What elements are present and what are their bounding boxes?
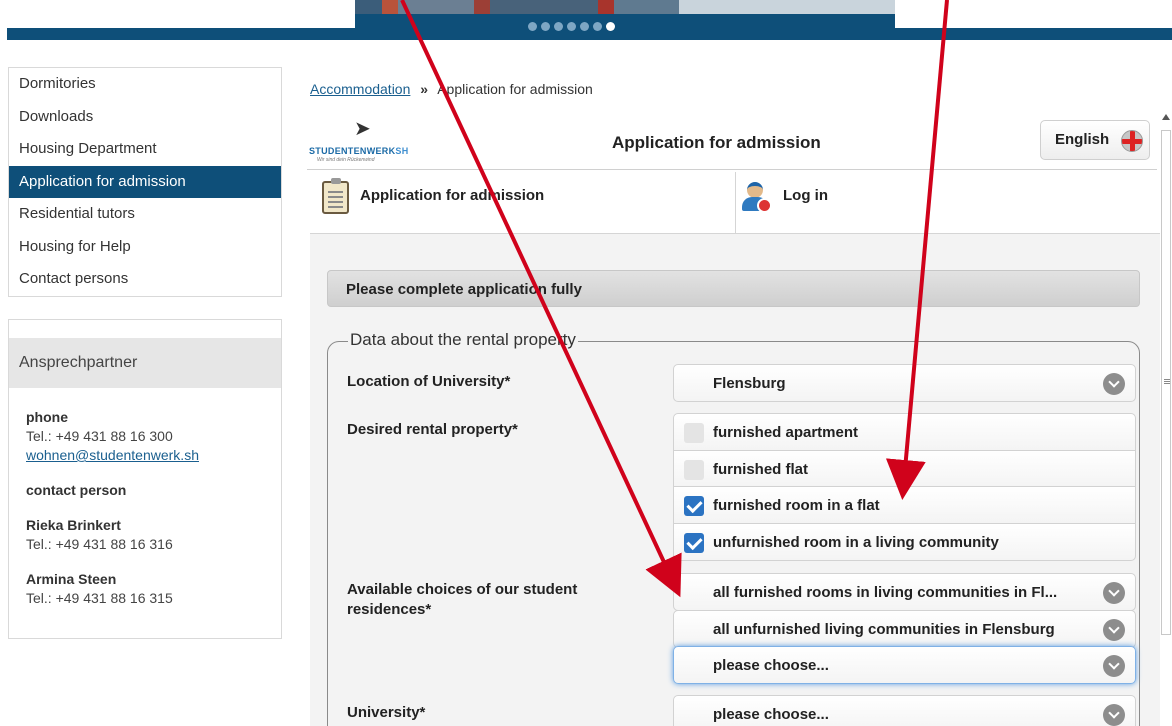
location-select[interactable]: Flensburg bbox=[673, 364, 1136, 402]
scroll-up-icon[interactable] bbox=[1162, 114, 1170, 120]
slider-dot[interactable] bbox=[528, 22, 537, 31]
property-option[interactable]: unfurnished room in a living community bbox=[673, 523, 1136, 561]
sidebar-item-residential-tutors[interactable]: Residential tutors bbox=[9, 198, 281, 231]
sidebar-item-application[interactable]: Application for admission bbox=[9, 165, 281, 198]
choice-value: please choose... bbox=[713, 657, 829, 674]
tab-login-label: Log in bbox=[783, 187, 828, 204]
phone-number: Tel.: +49 431 88 16 300 bbox=[26, 428, 173, 444]
sidebar-item-contact-persons[interactable]: Contact persons bbox=[9, 263, 281, 296]
language-button[interactable]: English bbox=[1040, 120, 1150, 160]
choices-label: Available choices of our student residenc… bbox=[347, 581, 578, 618]
studentenwerk-logo[interactable]: ➤ STUDENTENWERKSH Wir sind dein Rückenwi… bbox=[309, 116, 421, 166]
tab-login[interactable]: Log in bbox=[736, 172, 1160, 234]
sidebar-nav: Dormitories Downloads Housing Department… bbox=[8, 67, 282, 297]
fieldset-legend: Data about the rental property bbox=[348, 330, 578, 350]
paper-plane-icon: ➤ bbox=[354, 118, 371, 140]
chevron-down-icon bbox=[1103, 582, 1125, 604]
location-value: Flensburg bbox=[713, 375, 786, 392]
tab-application[interactable]: Application for admission bbox=[310, 172, 736, 234]
breadcrumb: Accommodation » Application for admissio… bbox=[310, 81, 593, 97]
notice-bar: Please complete application fully bbox=[327, 270, 1140, 307]
language-label: English bbox=[1055, 131, 1110, 148]
person-name: Rieka Brinkert bbox=[26, 517, 121, 533]
option-label: furnished room in a flat bbox=[713, 497, 880, 514]
location-label: Location of University* bbox=[347, 373, 511, 390]
university-select[interactable]: please choose... bbox=[673, 695, 1136, 726]
sidebar-item-dormitories[interactable]: Dormitories bbox=[9, 68, 281, 101]
checkbox-icon[interactable] bbox=[684, 423, 704, 443]
slider-dot[interactable] bbox=[593, 22, 602, 31]
sub-nav: Application for admission Log in bbox=[310, 172, 1160, 234]
choice-select[interactable]: all unfurnished living communities in Fl… bbox=[673, 610, 1136, 648]
person-name: Armina Steen bbox=[26, 571, 117, 587]
property-option[interactable]: furnished flat bbox=[673, 450, 1136, 488]
logo-brand: STUDENTENWERKSH bbox=[309, 146, 409, 156]
breadcrumb-current: Application for admission bbox=[437, 81, 593, 97]
tab-application-label: Application for admission bbox=[360, 187, 545, 204]
page-title: Application for admission bbox=[612, 133, 821, 152]
contact-box: Ansprechpartner phone Tel.: +49 431 88 1… bbox=[8, 319, 282, 639]
sidebar-item-housing-for-help[interactable]: Housing for Help bbox=[9, 231, 281, 264]
slider-dot-active[interactable] bbox=[606, 22, 615, 31]
application-form: Please complete application fully Data a… bbox=[310, 234, 1160, 726]
chevron-down-icon bbox=[1103, 619, 1125, 641]
property-option[interactable]: furnished apartment bbox=[673, 413, 1136, 451]
breadcrumb-link-accommodation[interactable]: Accommodation bbox=[310, 81, 410, 97]
uk-flag-icon bbox=[1121, 130, 1143, 152]
rental-property-fieldset: Data about the rental property Location … bbox=[327, 330, 1140, 726]
university-value: please choose... bbox=[713, 706, 829, 723]
slider-image bbox=[355, 0, 895, 14]
option-label: furnished apartment bbox=[713, 424, 859, 441]
choice-select[interactable]: all furnished rooms in living communitie… bbox=[673, 573, 1136, 611]
phone-label: phone bbox=[26, 409, 68, 425]
slider-dot[interactable] bbox=[541, 22, 550, 31]
choice-value: all unfurnished living communities in Fl… bbox=[713, 621, 1055, 638]
chevron-down-icon bbox=[1103, 655, 1125, 677]
breadcrumb-separator: » bbox=[420, 81, 429, 97]
email-link[interactable]: wohnen@studentenwerk.sh bbox=[26, 447, 199, 463]
sidebar-item-downloads[interactable]: Downloads bbox=[9, 101, 281, 134]
contact-person-label: contact person bbox=[26, 482, 127, 498]
choice-select[interactable]: please choose... bbox=[673, 646, 1136, 684]
logo-tagline: Wir sind dein Rückenwind bbox=[317, 157, 375, 163]
checkbox-checked-icon[interactable] bbox=[684, 496, 704, 516]
user-login-icon bbox=[741, 180, 773, 214]
top-banner bbox=[0, 0, 1172, 40]
checkbox-icon[interactable] bbox=[684, 460, 704, 480]
university-label: University* bbox=[347, 704, 426, 721]
option-label: furnished flat bbox=[713, 461, 809, 478]
chevron-down-icon bbox=[1103, 704, 1125, 726]
chevron-down-icon bbox=[1103, 373, 1125, 395]
image-slider bbox=[355, 0, 895, 40]
app-header: ➤ STUDENTENWERKSH Wir sind dein Rückenwi… bbox=[307, 114, 1157, 170]
slider-dots bbox=[528, 22, 615, 31]
clipboard-icon bbox=[322, 178, 349, 214]
page-scrollbar[interactable] bbox=[1160, 110, 1172, 726]
property-option[interactable]: furnished room in a flat bbox=[673, 486, 1136, 524]
scroll-thumb[interactable] bbox=[1161, 130, 1171, 635]
slider-dot[interactable] bbox=[580, 22, 589, 31]
contact-title: Ansprechpartner bbox=[9, 338, 281, 388]
slider-dot[interactable] bbox=[567, 22, 576, 31]
contact-details: phone Tel.: +49 431 88 16 300 wohnen@stu… bbox=[26, 408, 199, 608]
person-phone: Tel.: +49 431 88 16 316 bbox=[26, 536, 173, 552]
checkbox-checked-icon[interactable] bbox=[684, 533, 704, 553]
property-label: Desired rental property* bbox=[347, 421, 518, 438]
option-label: unfurnished room in a living community bbox=[713, 534, 999, 551]
slider-dot[interactable] bbox=[554, 22, 563, 31]
person-phone: Tel.: +49 431 88 16 315 bbox=[26, 590, 173, 606]
choice-value: all furnished rooms in living communitie… bbox=[713, 584, 1058, 601]
sidebar-item-housing-department[interactable]: Housing Department bbox=[9, 133, 281, 166]
